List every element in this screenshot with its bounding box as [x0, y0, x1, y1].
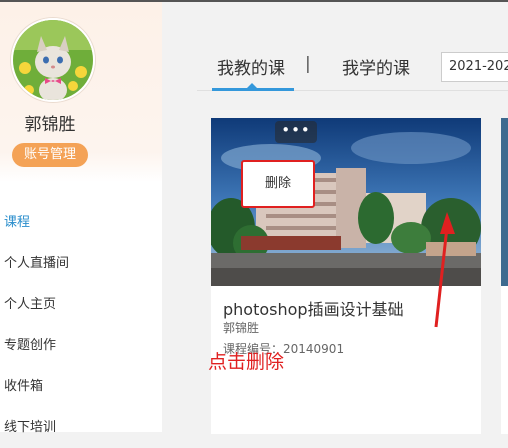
annotation-hint: 点击删除 [208, 351, 285, 373]
